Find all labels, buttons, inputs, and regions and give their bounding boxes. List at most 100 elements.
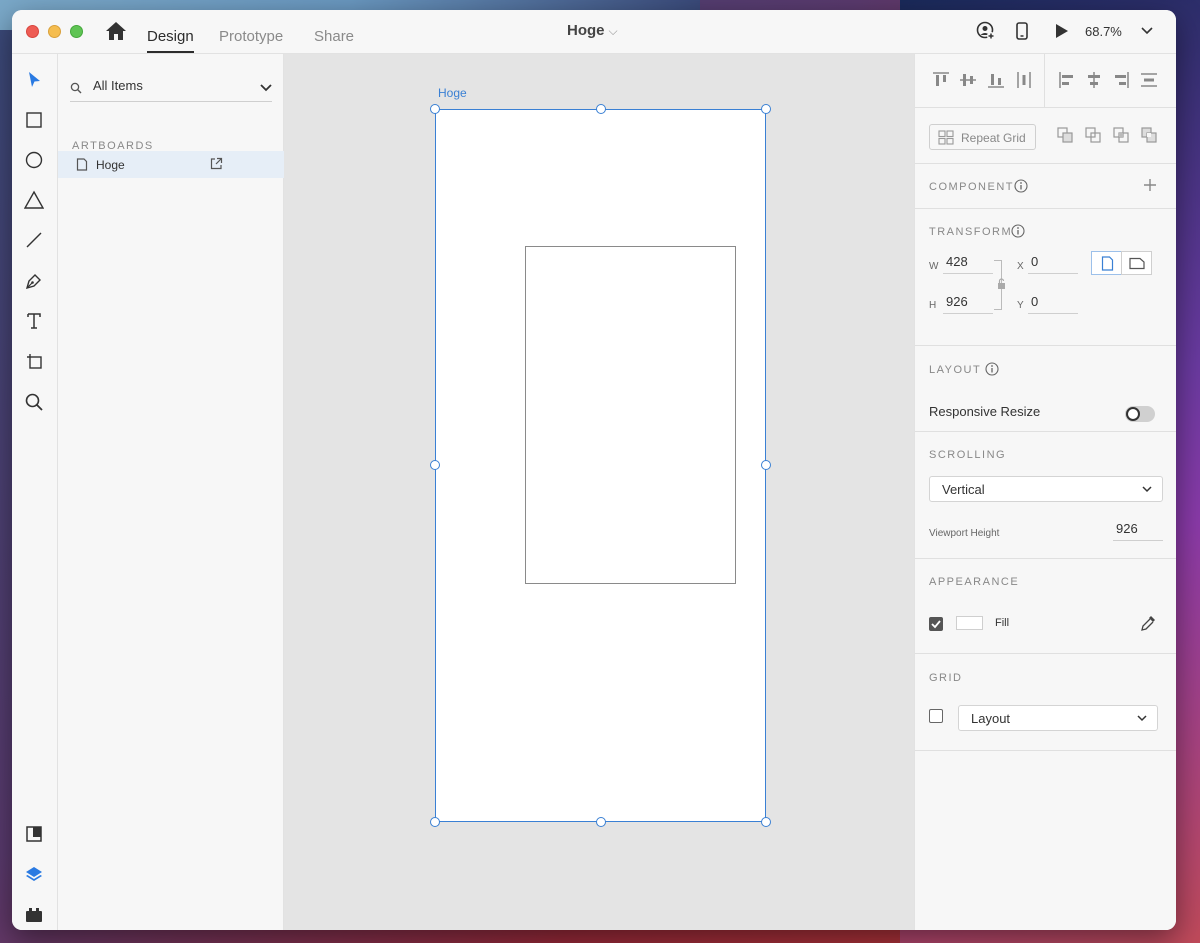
grid-type-select[interactable]: Layout bbox=[958, 705, 1158, 731]
zoom-level[interactable]: 68.7% bbox=[1085, 24, 1122, 39]
y-label: Y bbox=[1017, 300, 1024, 311]
add-component-icon[interactable] bbox=[1143, 178, 1157, 192]
scrolling-section: SCROLLING Vertical Viewport Height 926 bbox=[915, 432, 1176, 559]
page-icon bbox=[76, 158, 88, 171]
eyedropper-icon[interactable] bbox=[1139, 614, 1157, 632]
viewport-height-label: Viewport Height bbox=[929, 528, 1000, 539]
app-window: Design Prototype Share Hoge ⌵ 68.7% All … bbox=[12, 10, 1176, 930]
width-field[interactable]: 428 bbox=[943, 252, 993, 274]
checkmark-icon bbox=[931, 620, 941, 629]
scrolling-header: SCROLLING bbox=[929, 449, 1007, 461]
height-field[interactable]: 926 bbox=[943, 292, 993, 314]
select-tool-icon[interactable] bbox=[24, 70, 44, 90]
chevron-down-icon bbox=[1142, 486, 1152, 493]
grid-checkbox[interactable] bbox=[929, 709, 943, 723]
align-section bbox=[915, 54, 1176, 108]
align-left-icon[interactable] bbox=[1057, 70, 1077, 90]
toggle-knob bbox=[1126, 407, 1140, 421]
info-icon[interactable] bbox=[1014, 179, 1028, 193]
resize-handle-bottom-right[interactable] bbox=[761, 817, 771, 827]
lock-aspect-icon[interactable] bbox=[996, 277, 1007, 289]
document-title-menu[interactable]: Hoge ⌵ bbox=[567, 22, 618, 39]
play-icon[interactable] bbox=[1051, 21, 1071, 41]
align-right-icon[interactable] bbox=[1111, 70, 1131, 90]
x-label: X bbox=[1017, 261, 1024, 272]
align-bottom-icon[interactable] bbox=[986, 70, 1006, 90]
viewport-height-field[interactable]: 926 bbox=[1113, 519, 1163, 541]
resize-handle-bottom[interactable] bbox=[596, 817, 606, 827]
device-preview-icon[interactable] bbox=[1012, 21, 1032, 41]
tab-share[interactable]: Share bbox=[314, 28, 354, 45]
layers-filter-dropdown[interactable]: All Items bbox=[70, 76, 272, 102]
boolean-add-icon[interactable] bbox=[1056, 126, 1074, 144]
add-user-icon[interactable] bbox=[976, 21, 996, 41]
resize-handle-right[interactable] bbox=[761, 460, 771, 470]
rectangle-shape[interactable] bbox=[525, 246, 736, 584]
align-center-icon[interactable] bbox=[1084, 70, 1104, 90]
transform-section: TRANSFORM W 428 H 926 X 0 Y 0 bbox=[915, 209, 1176, 346]
tab-design[interactable]: Design bbox=[147, 28, 194, 53]
repeat-grid-section: Repeat Grid bbox=[915, 108, 1176, 164]
repeat-grid-button[interactable]: Repeat Grid bbox=[929, 124, 1036, 150]
artboard[interactable] bbox=[435, 109, 766, 822]
portrait-button[interactable] bbox=[1091, 251, 1122, 275]
tool-bar bbox=[12, 54, 58, 930]
distribute-vertical-icon[interactable] bbox=[1014, 70, 1034, 90]
transform-header: TRANSFORM bbox=[929, 226, 1013, 238]
boolean-intersect-icon[interactable] bbox=[1112, 126, 1130, 144]
boolean-exclude-icon[interactable] bbox=[1140, 126, 1158, 144]
minimize-window-button[interactable] bbox=[48, 25, 61, 38]
zoom-tool-icon[interactable] bbox=[24, 392, 44, 412]
scrolling-mode-value: Vertical bbox=[942, 482, 985, 497]
scrolling-mode-select[interactable]: Vertical bbox=[929, 476, 1163, 502]
grid-type-value: Layout bbox=[971, 711, 1011, 726]
artboard-tool-icon[interactable] bbox=[24, 351, 44, 371]
responsive-resize-toggle[interactable] bbox=[1125, 406, 1155, 422]
artboard-list-item[interactable]: Hoge bbox=[58, 151, 284, 178]
tab-prototype[interactable]: Prototype bbox=[219, 28, 283, 45]
resize-handle-top-left[interactable] bbox=[430, 104, 440, 114]
search-icon bbox=[70, 82, 82, 94]
y-field[interactable]: 0 bbox=[1028, 292, 1078, 314]
distribute-horizontal-icon[interactable] bbox=[1139, 70, 1159, 90]
x-field[interactable]: 0 bbox=[1028, 252, 1078, 274]
maximize-window-button[interactable] bbox=[70, 25, 83, 38]
resize-handle-top[interactable] bbox=[596, 104, 606, 114]
layers-icon[interactable] bbox=[24, 865, 44, 885]
boolean-subtract-icon[interactable] bbox=[1084, 126, 1102, 144]
document-title: Hoge bbox=[567, 22, 605, 39]
resize-handle-left[interactable] bbox=[430, 460, 440, 470]
fill-checkbox[interactable] bbox=[929, 617, 943, 631]
text-tool-icon[interactable] bbox=[24, 311, 44, 331]
chevron-down-icon: ⌵ bbox=[608, 24, 618, 38]
appearance-section: APPEARANCE Fill bbox=[915, 559, 1176, 654]
align-top-icon[interactable] bbox=[931, 70, 951, 90]
canvas[interactable]: Hoge bbox=[284, 54, 914, 930]
resize-handle-top-right[interactable] bbox=[761, 104, 771, 114]
component-section: COMPONENT bbox=[915, 164, 1176, 209]
home-icon[interactable] bbox=[105, 21, 127, 41]
artboard-list-item-label: Hoge bbox=[96, 158, 125, 172]
layout-section: LAYOUT Responsive Resize bbox=[915, 346, 1176, 432]
open-external-icon[interactable] bbox=[210, 157, 223, 170]
ellipse-tool-icon[interactable] bbox=[24, 150, 44, 170]
pen-tool-icon[interactable] bbox=[24, 271, 44, 291]
artboard-title[interactable]: Hoge bbox=[438, 86, 467, 100]
layers-filter-label: All Items bbox=[93, 78, 143, 93]
chevron-down-icon[interactable] bbox=[1140, 22, 1154, 38]
info-icon[interactable] bbox=[1011, 224, 1025, 238]
fill-color-swatch[interactable] bbox=[956, 616, 983, 630]
repeat-grid-label: Repeat Grid bbox=[961, 131, 1026, 145]
close-window-button[interactable] bbox=[26, 25, 39, 38]
component-header: COMPONENT bbox=[929, 181, 1014, 193]
landscape-button[interactable] bbox=[1121, 251, 1152, 275]
align-middle-icon[interactable] bbox=[958, 70, 978, 90]
plugins-icon[interactable] bbox=[24, 905, 44, 925]
polygon-tool-icon[interactable] bbox=[23, 190, 45, 210]
divider bbox=[1044, 54, 1045, 108]
document-assets-icon[interactable] bbox=[24, 824, 44, 844]
info-icon[interactable] bbox=[985, 362, 999, 376]
resize-handle-bottom-left[interactable] bbox=[430, 817, 440, 827]
line-tool-icon[interactable] bbox=[24, 230, 44, 250]
rectangle-tool-icon[interactable] bbox=[24, 110, 44, 130]
